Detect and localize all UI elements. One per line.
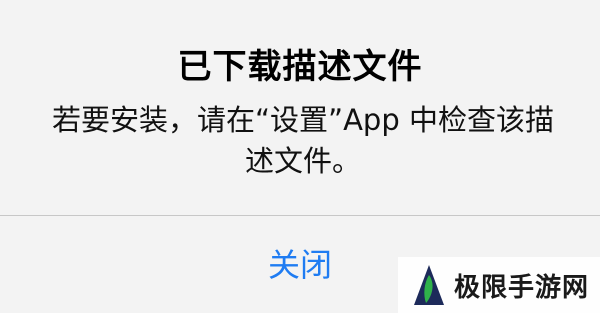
site-watermark: 极限手游网 [398,257,600,313]
watermark-text: 极限手游网 [454,272,590,303]
alert-title: 已下载描述文件 [177,47,423,87]
leaf-triangle-logo-icon [414,265,444,305]
profile-downloaded-alert: 已下载描述文件 若要安装，请在“设置”App 中检查该描述文件。 关闭 极限手游… [0,0,600,313]
alert-message: 若要安装，请在“设置”App 中检查该描述文件。 [52,103,554,178]
